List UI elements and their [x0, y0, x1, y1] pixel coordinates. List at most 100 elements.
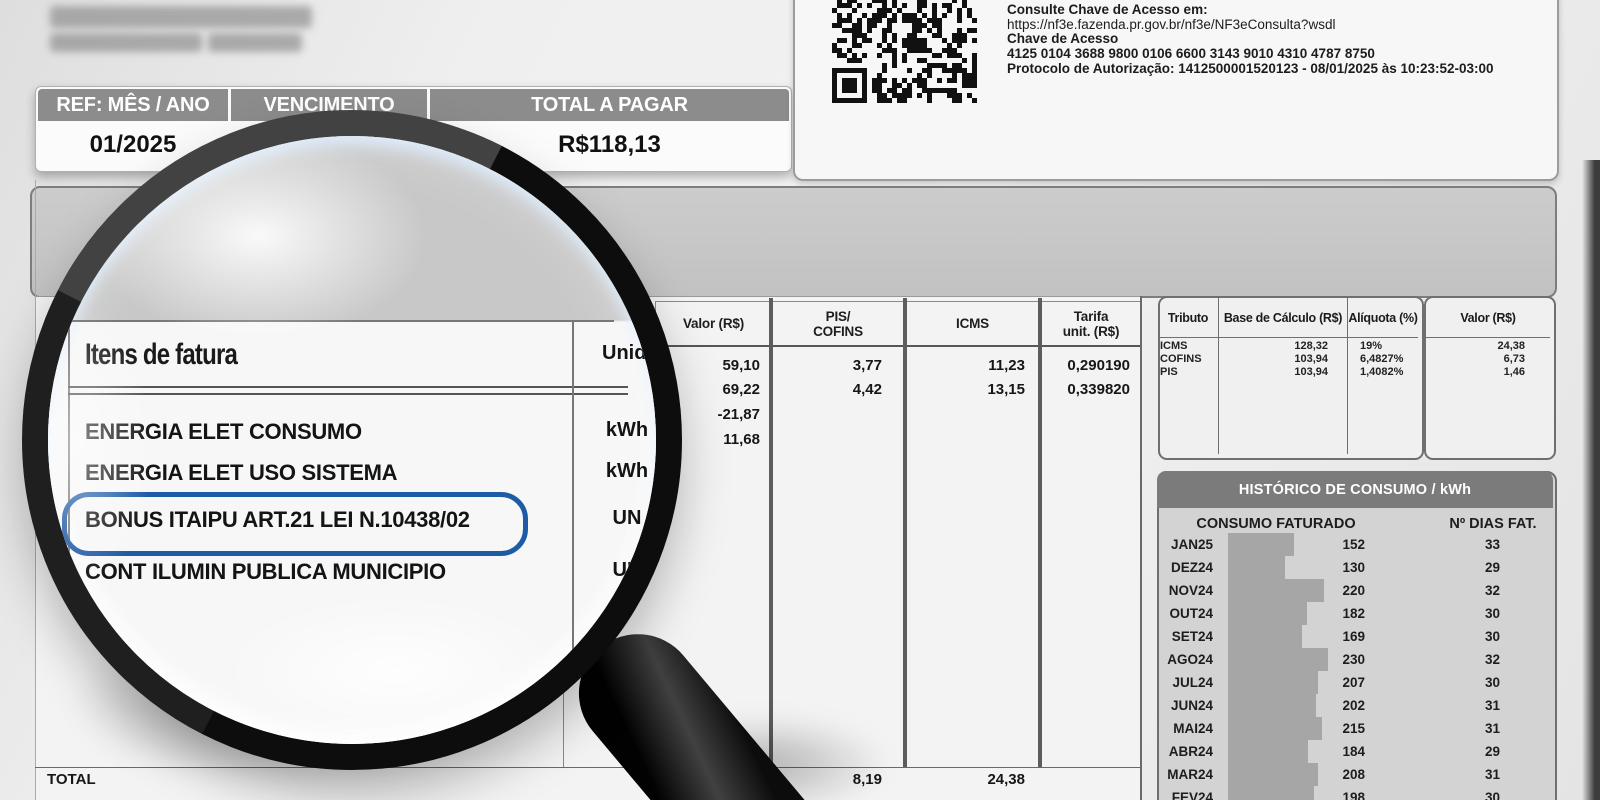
consumption-bar-track — [1228, 648, 1333, 671]
total-icms: 24,38 — [925, 771, 1025, 789]
item-pis-cofins: 3,77 — [782, 357, 882, 375]
consumption-value: 130 — [1333, 560, 1365, 575]
tributo-aliquota: 1,4082% — [1360, 366, 1420, 378]
consult-access-key-url: https://nf3e.fazenda.pr.gov.br/nf3e/NF3e… — [1007, 18, 1527, 33]
tributos-header-separator — [1426, 337, 1550, 338]
consumption-bar — [1228, 671, 1318, 694]
item-name: ENERGIA ELET CONSUMO — [85, 419, 362, 447]
consumption-bar — [1228, 602, 1307, 625]
consumption-bar-track — [1228, 717, 1333, 740]
item-name: ENERGIA ELET USO SISTEMA — [85, 460, 397, 488]
consumption-value: 220 — [1333, 583, 1365, 598]
days-value: 32 — [1365, 583, 1500, 598]
month-label: OUT24 — [1157, 606, 1213, 621]
consumption-bar-track — [1228, 579, 1333, 602]
consumption-value: 230 — [1333, 652, 1365, 667]
electricity-bill-document: REF: MÊS / ANO VENCIMENTO TOTAL A PAGAR … — [0, 0, 1600, 800]
consumption-bar-track — [1228, 694, 1333, 717]
month-label: JUN24 — [1157, 698, 1213, 713]
consumption-value: 202 — [1333, 698, 1365, 713]
icms-column-header: ICMS — [907, 302, 1038, 345]
consumption-row: JAN2515233 — [1157, 533, 1553, 556]
consumption-row: MAR2420831 — [1157, 763, 1553, 786]
column-separator — [769, 298, 773, 767]
tributo-name: ICMS — [1160, 340, 1216, 352]
consumption-bar — [1228, 694, 1316, 717]
consumption-value: 182 — [1333, 606, 1365, 621]
days-value: 31 — [1365, 767, 1500, 782]
consult-access-key-label: Consulte Chave de Acesso em: — [1007, 3, 1527, 18]
month-label: JUL24 — [1157, 675, 1213, 690]
authorization-protocol: Protocolo de Autorização: 14125000015201… — [1007, 62, 1527, 77]
tributo-base: 128,32 — [1228, 340, 1328, 352]
item-unit: UN — [583, 507, 656, 535]
item-icms: 13,15 — [925, 381, 1025, 399]
consumption-row: ABR24 18429 — [1157, 740, 1553, 763]
tributo-valor: 24,38 — [1425, 340, 1525, 352]
magnified-header-separator — [68, 393, 628, 395]
ref-month-year-header: REF: MÊS / ANO — [38, 89, 228, 121]
tributo-name: COFINS — [1160, 353, 1216, 365]
consumption-value: 184 — [1333, 744, 1365, 759]
month-label: ABR24 — [1157, 744, 1213, 759]
tributo-name: PIS — [1160, 366, 1216, 378]
consumption-row: JUL2420730 — [1157, 671, 1553, 694]
item-unit: UN — [583, 559, 656, 587]
consumption-value: 152 — [1333, 537, 1365, 552]
consumption-row: MAI2421531 — [1157, 717, 1553, 740]
redacted-customer-info — [208, 33, 302, 52]
access-key-value: 4125 0104 3688 9800 0106 6600 3143 9010 … — [1007, 47, 1527, 62]
aliquota-header: Alíquota (%) — [1348, 310, 1418, 326]
access-key-text: Consulte Chave de Acesso em: https://nf3… — [1007, 3, 1527, 77]
month-label: NOV24 — [1157, 583, 1213, 598]
consumption-bar-track — [1228, 740, 1333, 763]
days-value: 30 — [1365, 675, 1500, 690]
consumption-bar-track — [1228, 602, 1333, 625]
days-value: 30 — [1365, 790, 1500, 800]
consumption-row: DEZ2413029 — [1157, 556, 1553, 579]
month-label: FEV24 — [1157, 790, 1213, 800]
item-unit: kWh — [583, 419, 656, 447]
tributo-base: 103,94 — [1228, 366, 1328, 378]
item-name: CONT ILUMIN PUBLICA MUNICIPIO — [85, 559, 446, 587]
item-tarifa: 0,290190 — [1030, 357, 1130, 375]
pis-cofins-column-header: PIS/COFINS — [773, 302, 903, 345]
table-right-border — [1140, 296, 1142, 800]
consumption-row: SET2416930 — [1157, 625, 1553, 648]
days-value: 29 — [1365, 744, 1500, 759]
tributo-valor: 1,46 — [1425, 366, 1525, 378]
tributo-valor-header: Valor (R$) — [1428, 310, 1548, 326]
days-value: 31 — [1365, 698, 1500, 713]
consumption-bar — [1228, 648, 1328, 671]
access-key-label: Chave de Acesso — [1007, 32, 1527, 47]
tributo-aliquota: 6,4827% — [1360, 353, 1420, 365]
consumption-value: 208 — [1333, 767, 1365, 782]
consumption-history-rows: JAN2515233 DEZ2413029 NOV2422032 OUT2418… — [1157, 533, 1553, 800]
consumption-bar — [1228, 717, 1322, 740]
consumption-value: 198 — [1333, 790, 1365, 800]
consumption-bar — [1228, 625, 1302, 648]
consumption-row: OUT24 18230 — [1157, 602, 1553, 625]
consumption-bar — [1228, 786, 1314, 800]
item-tarifa: 0,339820 — [1030, 381, 1130, 399]
page-right-shadow — [1582, 160, 1600, 800]
consumption-bar — [1228, 740, 1308, 763]
items-table-title: Itens de fatura — [85, 338, 237, 372]
total-to-pay-header: TOTAL A PAGAR — [430, 89, 789, 121]
consumption-row: AGO24 23032 — [1157, 648, 1553, 671]
days-value: 29 — [1365, 560, 1500, 575]
qr-code — [832, 0, 977, 103]
tributo-header: Tributo — [1158, 310, 1218, 326]
tributos-header-separator — [1160, 337, 1418, 338]
consumption-bar-track — [1228, 556, 1333, 579]
month-label: JAN25 — [1157, 537, 1213, 552]
magnified-table-top-border — [68, 320, 614, 322]
days-value: 30 — [1365, 606, 1500, 621]
tarifa-column-header: Tarifaunit. (R$) — [1042, 302, 1140, 345]
days-value: 32 — [1365, 652, 1500, 667]
days-value: 31 — [1365, 721, 1500, 736]
magnifier-lens: Itens de fatura Unid. ENERGIA ELET CONSU… — [22, 110, 682, 770]
valor-column-header: Valor (R$) — [658, 302, 769, 345]
consumption-bar — [1228, 556, 1285, 579]
month-label: AGO24 — [1157, 652, 1213, 667]
